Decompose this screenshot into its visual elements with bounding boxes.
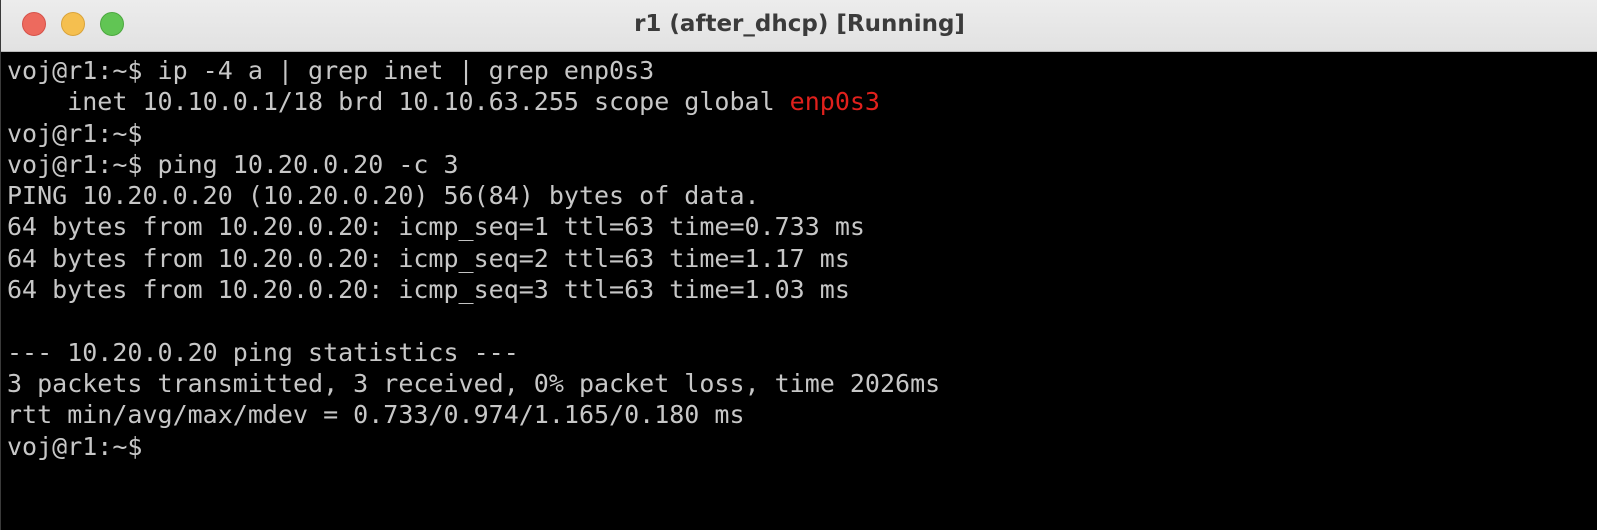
terminal-line-text: --- 10.20.0.20 ping statistics --- (7, 337, 519, 367)
terminal-line: voj@r1:~$ ping 10.20.0.20 -c 3 (7, 149, 1597, 180)
terminal-line-text: inet 10.10.0.1/18 brd 10.10.63.255 scope… (7, 87, 790, 117)
terminal-line-text: voj@r1:~$ (7, 118, 143, 148)
terminal-console[interactable]: voj@r1:~$ ip -4 a | grep inet | grep enp… (7, 55, 1597, 530)
terminal-line: PING 10.20.0.20 (10.20.0.20) 56(84) byte… (7, 180, 1597, 211)
vm-window: r1 (after_dhcp) [Running] voj@r1:~$ ip -… (0, 0, 1597, 530)
terminal-line: voj@r1:~$ ip -4 a | grep inet | grep enp… (7, 55, 1597, 86)
terminal-line: inet 10.10.0.1/18 brd 10.10.63.255 scope… (7, 86, 1597, 117)
title-bar[interactable]: r1 (after_dhcp) [Running] (1, 0, 1597, 52)
terminal-line-text: 3 packets transmitted, 3 received, 0% pa… (7, 368, 941, 398)
terminal-line-text: 64 bytes from 10.20.0.20: icmp_seq=3 ttl… (7, 275, 850, 305)
terminal-line: 64 bytes from 10.20.0.20: icmp_seq=3 ttl… (7, 274, 1597, 305)
terminal-line-text: voj@r1:~$ ip -4 a | grep inet | grep enp… (7, 56, 655, 85)
terminal-line: voj@r1:~$ (7, 431, 1597, 462)
terminal-line-text: rtt min/avg/max/mdev = 0.733/0.974/1.165… (7, 400, 745, 430)
terminal-line-text: 64 bytes from 10.20.0.20: icmp_seq=1 ttl… (7, 212, 865, 242)
terminal-line: --- 10.20.0.20 ping statistics --- (7, 337, 1597, 368)
terminal-prompt: voj@r1:~$ (7, 431, 143, 461)
terminal-line-text: PING 10.20.0.20 (10.20.0.20) 56(84) byte… (7, 181, 760, 211)
window-title: r1 (after_dhcp) [Running] (634, 11, 965, 37)
terminal-line: rtt min/avg/max/mdev = 0.733/0.974/1.165… (7, 399, 1597, 430)
terminal-line: voj@r1:~$ (7, 118, 1597, 149)
terminal-line-text: 64 bytes from 10.20.0.20: icmp_seq=2 ttl… (7, 243, 850, 273)
terminal-line: 3 packets transmitted, 3 received, 0% pa… (7, 368, 1597, 399)
terminal-line: 64 bytes from 10.20.0.20: icmp_seq=2 ttl… (7, 243, 1597, 274)
interface-name-highlight: enp0s3 (789, 87, 880, 117)
terminal-line: 64 bytes from 10.20.0.20: icmp_seq=1 ttl… (7, 211, 1597, 242)
terminal-line-text: voj@r1:~$ ping 10.20.0.20 -c 3 (7, 149, 459, 179)
